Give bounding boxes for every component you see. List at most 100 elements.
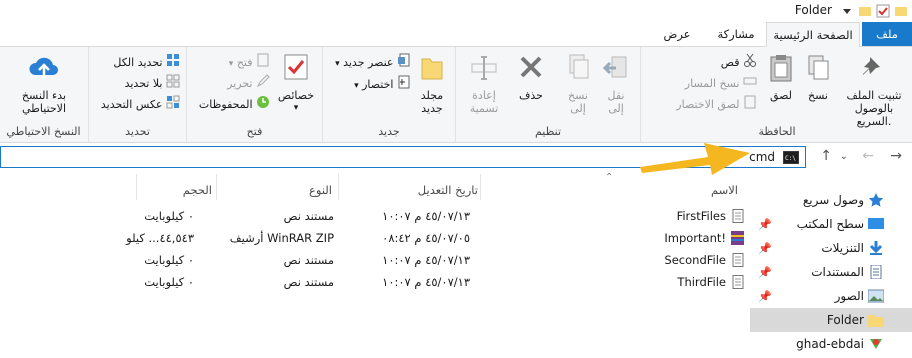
- new-group: مجلد جديد ▾ عنصر جديد ▾ اختصار جديد: [322, 47, 455, 142]
- pin-icon[interactable]: 📌: [758, 266, 772, 279]
- delete-label: حذف: [519, 89, 543, 102]
- file-date: ٤٥/٠٧/١٣ م ١٠:٠٧: [382, 209, 470, 223]
- file-date: ٤٥/٠٧/١٣ م ١٠:٠٧: [382, 275, 470, 289]
- backup-group-label: النسخ الاحتياطي: [6, 125, 81, 138]
- cut-button[interactable]: قص: [721, 53, 757, 71]
- easy-access-label: اختصار: [362, 78, 394, 91]
- easy-access-button[interactable]: ▾ اختصار: [354, 75, 411, 93]
- edit-label: تحرير: [227, 77, 253, 90]
- properties-icon: [276, 53, 316, 86]
- pin-icon[interactable]: 📌: [758, 242, 772, 255]
- pin-icon[interactable]: 📌: [758, 218, 772, 231]
- column-header-size[interactable]: الحجم: [183, 180, 212, 200]
- paste-shortcut-button[interactable]: لصق الاختصار: [676, 95, 757, 113]
- start-backup-label: بدء النسخ الاحتياطي: [21, 89, 67, 115]
- organize-group-label: تنظيم: [534, 125, 562, 138]
- delete-button[interactable]: حذف: [516, 53, 546, 102]
- column-header-name[interactable]: الاسم: [711, 180, 738, 200]
- select-none-icon: [166, 74, 180, 94]
- open-icon: [256, 53, 270, 73]
- select-none-button[interactable]: بلا تحديد: [125, 74, 180, 92]
- file-row[interactable]: SecondFile ٤٥/٠٧/١٣ م ١٠:٠٧ مستند نص ٠ ك…: [0, 250, 744, 272]
- properties-button[interactable]: خصائص ▾: [276, 53, 316, 115]
- folder-icon: [894, 4, 908, 18]
- copy-path-button[interactable]: نسخ المسار: [685, 74, 757, 92]
- copy-to-button[interactable]: نسخ إلى: [560, 53, 596, 115]
- new-item-button[interactable]: ▾ عنصر جديد: [335, 53, 411, 71]
- column-header-type[interactable]: النوع: [309, 180, 332, 200]
- select-all-button[interactable]: تحديد الكل: [113, 53, 180, 71]
- copy-to-label: نسخ إلى: [568, 89, 588, 115]
- properties-quick-icon[interactable]: [876, 4, 890, 18]
- nav-item-desktop[interactable]: 📌 سطح المكتب: [750, 212, 912, 236]
- file-row[interactable]: FirstFiles ٤٥/٠٧/١٣ م ١٠:٠٧ مستند نص ٠ ك…: [0, 206, 744, 228]
- up-arrow-icon[interactable]: ↑: [820, 148, 832, 164]
- svg-text:C:\: C:\: [785, 155, 796, 162]
- file-type: مستند نص: [283, 253, 334, 267]
- recent-dropdown-icon[interactable]: ⌄: [840, 151, 848, 162]
- file-row[interactable]: Important! ٤٥/٠٧/٠٥ م ٠٨:٤٢ أرشيف WinRAR…: [0, 228, 744, 250]
- invert-selection-icon: [166, 95, 180, 115]
- file-type: مستند نص: [283, 275, 334, 289]
- cloud-upload-icon: [4, 53, 84, 86]
- ribbon: تثبيت الملف بالوصول السريع. نسخ لصق قص ن…: [0, 47, 912, 143]
- nav-item-quick-access[interactable]: وصول سريع: [750, 188, 912, 212]
- column-separator: [338, 174, 339, 200]
- select-none-label: بلا تحديد: [124, 77, 163, 90]
- rename-button[interactable]: إعادة تسمية: [464, 53, 504, 115]
- nav-item-label: الصور: [834, 289, 864, 303]
- back-arrow-icon[interactable]: →: [890, 148, 902, 164]
- nav-item-documents[interactable]: 📌 المستندات: [750, 260, 912, 284]
- invert-selection-button[interactable]: عكس التحديد: [101, 95, 180, 113]
- file-row[interactable]: ThirdFile ٤٥/٠٧/١٣ م ١٠:٠٧ مستند نص ٠ كي…: [0, 272, 744, 294]
- properties-label: خصائص: [277, 89, 315, 102]
- nav-item-label: التنزيلات: [821, 241, 864, 255]
- new-item-label: عنصر جديد: [343, 56, 394, 69]
- column-header-date[interactable]: تاريخ التعديل: [418, 180, 478, 200]
- history-button[interactable]: المحفوظات: [199, 95, 270, 113]
- new-folder-button[interactable]: مجلد جديد: [417, 53, 447, 115]
- rename-label: إعادة تسمية: [469, 89, 499, 115]
- new-folder-icon: [417, 53, 447, 86]
- select-group-label: تحديد: [125, 125, 150, 138]
- new-folder-label: مجلد جديد: [420, 89, 444, 115]
- cut-label: قص: [720, 56, 740, 69]
- forward-arrow-icon[interactable]: ←: [862, 148, 874, 164]
- pin-icon[interactable]: 📌: [758, 290, 772, 303]
- cmd-icon: C:\: [782, 150, 800, 167]
- nav-item-label: ghad-ebdai: [796, 337, 864, 351]
- star-icon: [868, 193, 884, 207]
- folder-icon: [868, 313, 884, 327]
- tab-share[interactable]: مشاركة: [706, 22, 766, 46]
- organize-group: نقل إلى نسخ إلى حذف إعادة تسمية تنظيم: [455, 47, 640, 142]
- tab-home[interactable]: الصفحة الرئيسية: [766, 22, 860, 48]
- paste-shortcut-icon: [743, 95, 757, 115]
- nav-item-downloads[interactable]: 📌 التنزيلات: [750, 236, 912, 260]
- paste-shortcut-label: لصق الاختصار: [676, 98, 740, 111]
- nav-item-folder[interactable]: Folder: [750, 308, 912, 332]
- paste-button[interactable]: لصق: [763, 53, 799, 102]
- dropdown-icon[interactable]: [840, 4, 854, 18]
- text-file-icon: [732, 253, 744, 270]
- start-backup-button[interactable]: بدء النسخ الاحتياطي: [4, 53, 84, 115]
- nav-item-pictures[interactable]: 📌 الصور: [750, 284, 912, 308]
- nav-item-label: سطح المكتب: [796, 217, 864, 231]
- tab-view[interactable]: عرض: [652, 22, 702, 46]
- open-button[interactable]: ▾ فتح: [229, 53, 270, 71]
- nav-item-ghad-ebdai[interactable]: ghad-ebdai: [750, 332, 912, 356]
- pin-quick-access-button[interactable]: تثبيت الملف بالوصول السريع.: [839, 53, 909, 128]
- file-date: ٤٥/٠٧/١٣ م ١٠:٠٧: [382, 253, 470, 267]
- easy-access-icon: [397, 75, 411, 95]
- winrar-icon: [731, 231, 744, 248]
- window-title: Folder: [794, 3, 832, 17]
- desktop-icon: [868, 217, 884, 231]
- edit-button[interactable]: تحرير: [227, 74, 270, 92]
- open-group-label: فتح: [246, 125, 263, 138]
- app-icon: [868, 337, 884, 351]
- select-group: تحديد الكل بلا تحديد عكس التحديد تحديد: [88, 47, 186, 142]
- tab-file[interactable]: ملف: [862, 22, 912, 46]
- ribbon-tabs: ملف الصفحة الرئيسية مشاركة عرض: [0, 22, 912, 48]
- move-to-button[interactable]: نقل إلى: [598, 53, 634, 115]
- copy-icon: [801, 53, 835, 86]
- copy-button[interactable]: نسخ: [801, 53, 835, 102]
